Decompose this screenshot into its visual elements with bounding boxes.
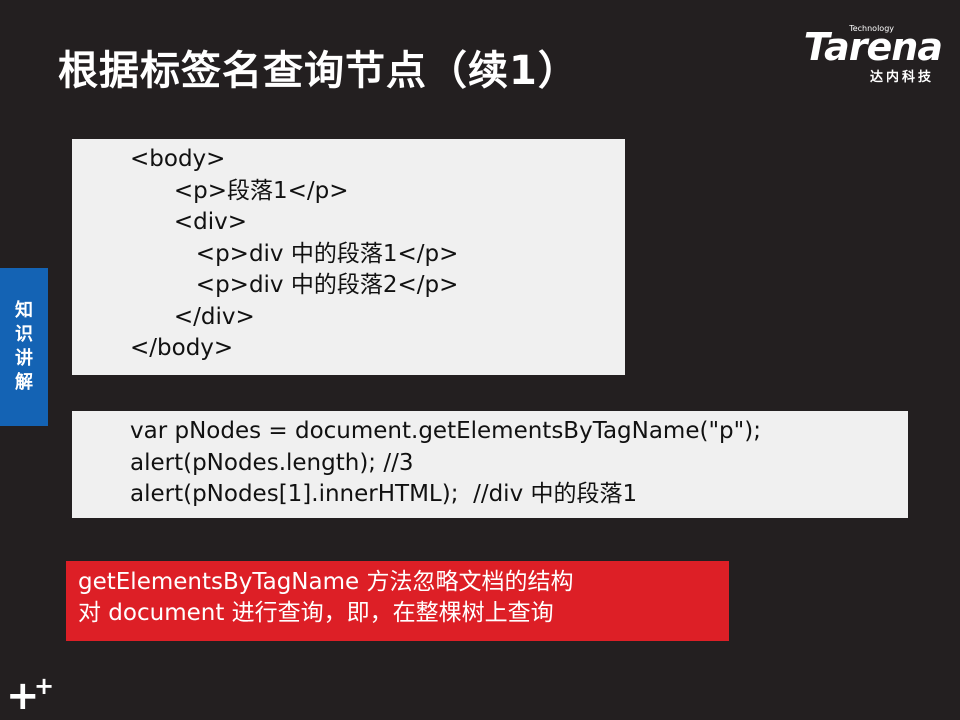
code-line: alert(pNodes[1].innerHTML); //div 中的段落1 (130, 481, 638, 507)
note-line: getElementsByTagName 方法忽略文档的结构 (78, 569, 574, 595)
side-tab-char: 解 (15, 372, 33, 393)
note-line: 对 document 进行查询，即，在整棵树上查询 (78, 600, 554, 626)
code-line: </body> (130, 335, 234, 361)
code-line: <p>div 中的段落2</p> (130, 272, 459, 298)
code-line: <p>段落1</p> (130, 177, 349, 204)
html-code-block: <body> <p>段落1</p> <div> <p>div 中的段落1</p>… (72, 139, 625, 375)
side-tab-char: 识 (15, 324, 33, 345)
side-tab-knowledge: 知 识 讲 解 (0, 268, 48, 426)
slide-title: 根据标签名查询节点（续1） (58, 48, 579, 94)
code-line: <p>div 中的段落1</p> (130, 240, 459, 267)
side-tab-char: 讲 (15, 348, 33, 369)
side-tab-char: 知 (15, 300, 33, 321)
code-line: alert(pNodes.length); //3 (130, 449, 414, 476)
note-callout: getElementsByTagName 方法忽略文档的结构 对 documen… (66, 561, 729, 641)
js-code-block: var pNodes = document.getElementsByTagNa… (72, 411, 908, 518)
code-line: </div> (130, 303, 255, 330)
code-line: <body> (130, 146, 226, 172)
tarena-logo: Technology Tarena 达内科技 (772, 24, 943, 85)
logo-subtitle: 达内科技 (869, 70, 934, 85)
logo-brand: Tarena (803, 25, 943, 69)
code-line: <div> (130, 209, 248, 235)
code-line: var pNodes = document.getElementsByTagNa… (130, 418, 761, 444)
